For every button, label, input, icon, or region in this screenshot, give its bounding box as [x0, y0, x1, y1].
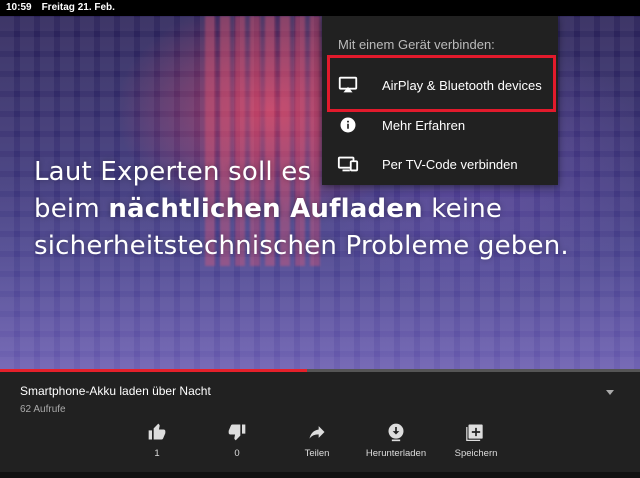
view-count: 62 Aufrufe [20, 404, 66, 415]
expand-chevron-icon[interactable] [606, 390, 614, 395]
menu-item-tv-code[interactable]: Per TV-Code verbinden [322, 145, 558, 183]
video-title[interactable]: Smartphone-Akku laden über Nacht [20, 384, 211, 398]
download-button[interactable]: Herunterladen [356, 422, 436, 459]
dislike-button[interactable]: 0 [197, 422, 277, 459]
menu-item-label: Mehr Erfahren [382, 117, 466, 133]
add-to-playlist-icon [466, 424, 483, 441]
menu-item-label: Per TV-Code verbinden [382, 156, 518, 172]
thumbs-up-icon [148, 423, 166, 440]
menu-item-airplay[interactable]: AirPlay & Bluetooth devices [322, 66, 558, 104]
like-count: 1 [154, 448, 160, 459]
status-time: 10:59 [6, 2, 32, 13]
airplay-icon [336, 73, 360, 97]
cast-menu-header: Mit einem Gerät verbinden: [338, 37, 495, 52]
thumbs-down-icon [228, 424, 246, 441]
status-bar: 10:59 Freitag 21. Feb. [0, 0, 640, 16]
download-label: Herunterladen [365, 448, 427, 459]
bottom-edge [0, 472, 640, 478]
save-label: Speichern [454, 448, 498, 459]
dislike-count: 0 [234, 448, 240, 459]
status-date: Freitag 21. Feb. [41, 2, 115, 13]
share-button[interactable]: Teilen [277, 422, 357, 459]
video-info-panel: Smartphone-Akku laden über Nacht 62 Aufr… [0, 372, 640, 478]
cast-menu: Mit einem Gerät verbinden: AirPlay & Blu… [322, 16, 558, 185]
menu-item-label: AirPlay & Bluetooth devices [382, 77, 542, 93]
tv-code-icon [336, 152, 360, 176]
action-bar: 1 0 Teilen Herunterladen Speichern [0, 422, 640, 470]
like-button[interactable]: 1 [117, 422, 197, 459]
download-icon [388, 423, 404, 442]
share-label: Teilen [304, 448, 330, 459]
caption-line-3: sicherheitstechnischen Probleme geben. [34, 231, 569, 261]
info-icon [336, 113, 360, 137]
save-button[interactable]: Speichern [436, 422, 516, 459]
share-icon [309, 426, 325, 439]
caption-line-2: beim nächtlichen Aufladen keine [34, 194, 503, 224]
menu-item-learn-more[interactable]: Mehr Erfahren [322, 106, 558, 144]
